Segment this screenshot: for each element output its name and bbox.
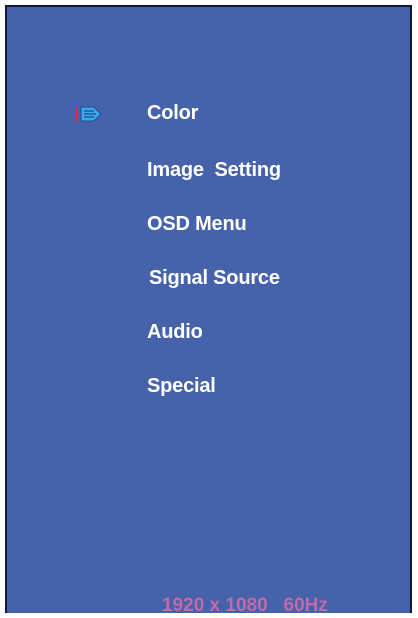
menu-item-signal-source[interactable]: Signal Source	[149, 266, 280, 290]
pointer-arrow-icon	[75, 106, 102, 122]
menu-item-audio[interactable]: Audio	[147, 320, 203, 344]
menu-item-special[interactable]: Special	[147, 374, 216, 398]
menu-item-osd-menu[interactable]: OSD Menu	[147, 212, 247, 236]
menu-item-color[interactable]: Color	[147, 101, 198, 125]
menu-item-image-setting[interactable]: Image Setting	[147, 158, 281, 182]
osd-menu-panel: Color Image Setting OSD Menu Signal Sour…	[5, 5, 412, 616]
resolution-status: 1920 x 1080 60Hz	[162, 595, 328, 616]
